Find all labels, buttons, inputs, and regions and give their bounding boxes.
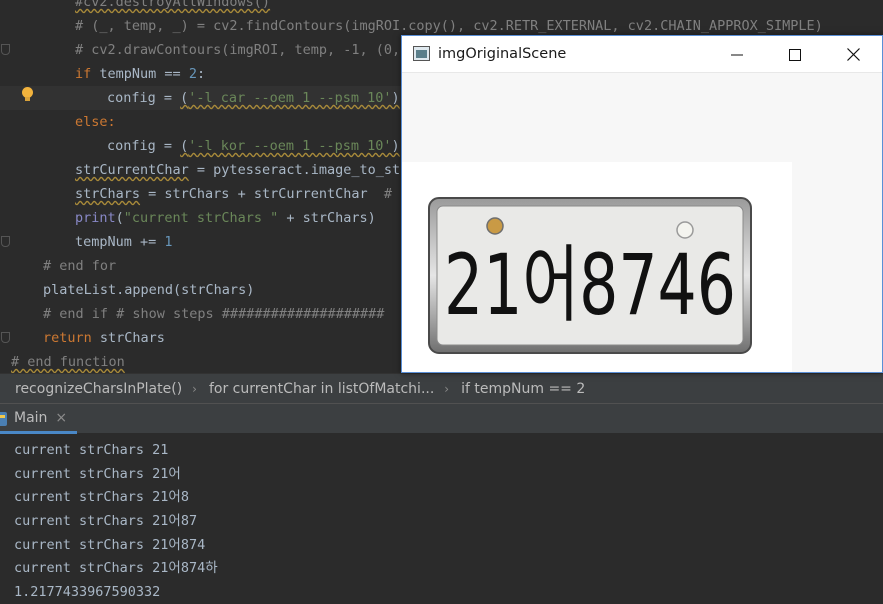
breadcrumb-separator-icon: › — [444, 381, 450, 396]
window-titlebar[interactable]: imgOriginalScene — [402, 36, 882, 73]
maximize-icon — [789, 48, 801, 61]
window-app-icon — [413, 46, 430, 61]
fold-marker-icon[interactable] — [1, 236, 10, 247]
console-line: 1.2177433967590332 — [14, 584, 161, 601]
tab-main[interactable]: Main × — [0, 404, 78, 434]
minimize-icon — [731, 54, 743, 55]
lightbulb-icon[interactable] — [20, 86, 35, 103]
breadcrumb: recognizeCharsInPlate() › for currentCha… — [0, 373, 883, 403]
minimize-button[interactable] — [708, 36, 766, 73]
fold-marker-icon[interactable] — [1, 332, 10, 343]
breadcrumb-item-for-loop[interactable]: for currentChar in listOfMatchi... — [209, 381, 434, 397]
breadcrumb-item-function[interactable]: recognizeCharsInPlate() — [15, 381, 182, 397]
python-run-icon — [0, 412, 7, 426]
breadcrumb-separator-icon: › — [192, 381, 197, 396]
fold-marker-icon[interactable] — [1, 44, 10, 55]
run-console-output[interactable]: current strChars 21 current strChars 21어 c… — [0, 434, 883, 604]
console-line: current strChars 21어874하 — [14, 560, 218, 577]
tab-close-icon[interactable]: × — [55, 410, 67, 426]
console-line: current strChars 21어8 — [14, 489, 189, 506]
console-line: current strChars 21어 — [14, 465, 181, 482]
run-tab-bar: Main × — [0, 403, 883, 434]
maximize-button[interactable] — [766, 36, 824, 73]
console-line: current strChars 21어874 — [14, 536, 206, 553]
window-title: imgOriginalScene — [438, 46, 567, 62]
console-line: current strChars 21 — [14, 442, 169, 458]
breadcrumb-item-if[interactable]: if tempNum == 2 — [461, 381, 585, 397]
image-canvas: 21어8746 — [402, 162, 792, 372]
close-button[interactable] — [824, 36, 882, 73]
console-line: current strChars 21어87 — [14, 513, 198, 530]
tab-main-label: Main — [14, 409, 48, 426]
opencv-image-window[interactable]: imgOriginalScene 21어8746 — [401, 35, 883, 373]
close-icon — [846, 48, 860, 61]
plate-number-text: 21어8746 — [444, 236, 736, 334]
license-plate-image: 21어8746 — [428, 197, 752, 354]
